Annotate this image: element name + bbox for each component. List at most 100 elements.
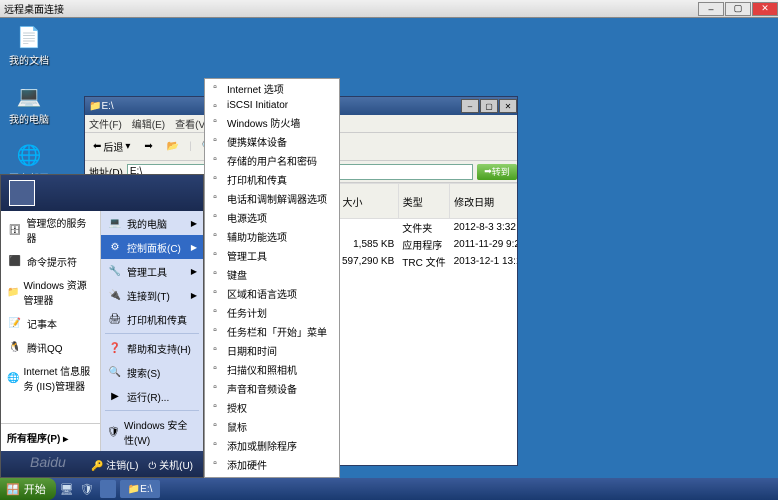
taskbar-task-2[interactable]: 📁 E:\ [120,480,161,498]
menu-item[interactable]: 文件(F) [89,116,122,131]
item-icon: 🔌 [107,287,123,303]
start-right-item[interactable]: 🛡Windows 安全性(W) [101,413,203,451]
cp-icon: ▫ [208,323,222,337]
item-icon: ⚙ [107,239,123,255]
minimize-button[interactable]: – [698,2,724,16]
cp-icon: ▫ [208,228,222,242]
control-panel-item[interactable]: ▫存储的用户名和密码 [205,151,339,170]
ql-security[interactable]: 🛡 [78,481,96,497]
chevron-right-icon: ▶ [191,219,197,228]
app-icon: 🗄 [7,222,22,238]
cp-icon: ▫ [208,285,222,299]
start-right-item[interactable]: 🔌连接到(T)▶ [101,283,203,307]
control-panel-item[interactable]: ▫声音和音频设备 [205,379,339,398]
control-panel-item[interactable]: ▫便携媒体设备 [205,132,339,151]
taskbar-task-1[interactable] [100,480,116,498]
app-icon: 📝 [7,315,23,331]
column-header[interactable]: 修改日期 [450,184,517,219]
item-icon: 💻 [107,215,123,231]
control-panel-item[interactable]: ▫网络连接 [205,474,339,478]
folder-icon: 📁 [89,101,101,112]
control-panel-item[interactable]: ▫打印机和传真 [205,170,339,189]
control-panel-item[interactable]: ▫辅助功能选项 [205,227,339,246]
start-left-item[interactable]: ⬛命令提示符 [1,249,100,273]
cp-icon: ▫ [208,361,222,375]
close-button[interactable]: ✕ [752,2,778,16]
cp-icon: ▫ [208,190,222,204]
control-panel-item[interactable]: ▫添加硬件 [205,455,339,474]
item-icon: 🖨 [107,311,123,327]
start-left-item[interactable]: 📁Windows 资源管理器 [1,273,100,311]
forward-button[interactable]: ➡ [140,139,156,154]
cp-icon: ▫ [208,171,222,185]
up-button[interactable]: 📂 [163,139,183,154]
go-button[interactable]: ➡ 转到 [477,164,517,180]
start-left-item[interactable]: 🌐Internet 信息服务 (IIS)管理器 [1,359,100,397]
back-button[interactable]: ⬅ 后退 ▾ [89,137,134,156]
control-panel-item[interactable]: ▫授权 [205,398,339,417]
control-panel-item[interactable]: ▫Windows 防火墙 [205,113,339,132]
cp-icon: ▫ [208,399,222,413]
control-panel-item[interactable]: ▫键盘 [205,265,339,284]
cp-icon: ▫ [208,152,222,166]
control-panel-item[interactable]: ▫电话和调制解调器选项 [205,189,339,208]
explorer-title: E:\ [101,101,113,112]
cp-icon: ▫ [208,342,222,356]
maximize-button[interactable]: ▢ [725,2,751,16]
control-panel-item[interactable]: ▫任务计划 [205,303,339,322]
all-programs[interactable]: 所有程序(P) ▸ [1,423,100,451]
desktop-icon[interactable]: 💻我的电脑 [4,81,54,126]
exp-min[interactable]: – [461,99,479,113]
control-panel-item[interactable]: ▫添加或删除程序 [205,436,339,455]
control-panel-item[interactable]: ▫区域和语言选项 [205,284,339,303]
column-header[interactable]: 大小 [338,184,398,219]
start-menu: 🗄管理您的服务器⬛命令提示符📁Windows 资源管理器📝记事本🐧腾讯QQ🌐In… [0,174,204,478]
start-right-item[interactable]: 🔧管理工具▶ [101,259,203,283]
column-header[interactable]: 类型 [398,184,449,219]
app-icon: 🌐 [7,370,19,386]
control-panel-item[interactable]: ▫电源选项 [205,208,339,227]
control-panel-item[interactable]: ▫管理工具 [205,246,339,265]
control-panel-item[interactable]: ▫日期和时间 [205,341,339,360]
avatar [9,180,35,206]
我的文档-icon: 📄 [14,22,44,52]
app-icon: 📁 [7,284,19,300]
menu-item[interactable]: 编辑(E) [132,116,165,131]
chevron-right-icon: ▶ [191,291,197,300]
网上邻居-icon: 🌐 [14,140,44,170]
control-panel-item[interactable]: ▫iSCSI Initiator [205,98,339,113]
start-left-item[interactable]: 🐧腾讯QQ [1,335,100,359]
start-right-item[interactable]: 🖨打印机和传真 [101,307,203,331]
我的电脑-icon: 💻 [14,81,44,111]
start-right-item[interactable]: 🔍搜索(S) [101,360,203,384]
app-icon: 🐧 [7,339,23,355]
start-right-item[interactable]: 💻我的电脑▶ [101,211,203,235]
desktop-icon[interactable]: 📄我的文档 [4,22,54,67]
control-panel-item[interactable]: ▫鼠标 [205,417,339,436]
control-panel-item[interactable]: ▫任务栏和「开始」菜单 [205,322,339,341]
cp-icon: ▫ [208,99,222,113]
cp-icon: ▫ [208,209,222,223]
control-panel-item[interactable]: ▫扫描仪和照相机 [205,360,339,379]
cp-icon: ▫ [208,114,222,128]
exp-max[interactable]: ▢ [480,99,498,113]
start-left-item[interactable]: 📝记事本 [1,311,100,335]
start-right-item[interactable]: ❓帮助和支持(H) [101,336,203,360]
start-right-item[interactable]: ▶运行(R)... [101,384,203,408]
start-button[interactable]: 🪟 开始 [0,478,56,500]
chevron-right-icon: ▶ [191,267,197,276]
item-icon: 🔧 [107,263,123,279]
cp-icon: ▫ [208,247,222,261]
exp-close[interactable]: ✕ [499,99,517,113]
cp-icon: ▫ [208,475,222,478]
start-right-item[interactable]: ⚙控制面板(C)▶ [101,235,203,259]
shutdown-button[interactable]: ⏻ 关机(U) [148,457,193,472]
start-left-item[interactable]: 🗄管理您的服务器 [1,211,100,249]
cp-icon: ▫ [208,133,222,147]
item-icon: ▶ [107,388,123,404]
ql-desktop[interactable]: 🖥 [58,481,76,497]
control-panel-item[interactable]: ▫Internet 选项 [205,79,339,98]
logoff-button[interactable]: 🔑 注销(L) [91,457,138,472]
start-user-banner [1,175,203,211]
cp-icon: ▫ [208,418,222,432]
